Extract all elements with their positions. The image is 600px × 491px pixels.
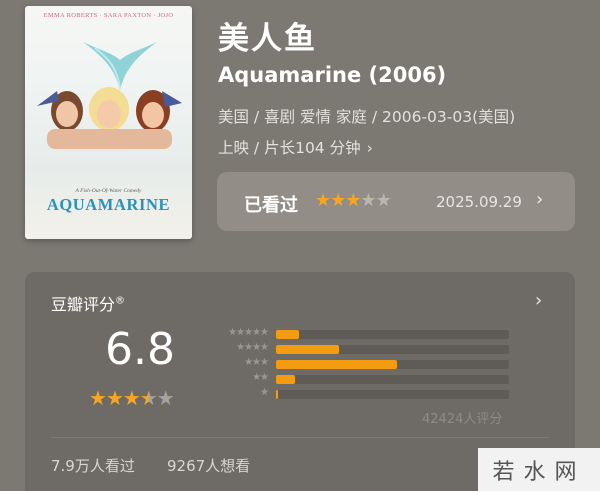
rating-bar-4-star: ★★★★ [208, 342, 509, 357]
rating-bar-track [276, 345, 509, 354]
rating-bar-label: ★★ [252, 372, 269, 383]
divider [51, 437, 549, 438]
star-filled-icon: ★ [122, 386, 141, 410]
chevron-right-icon: › [366, 139, 373, 157]
rating-bar-fill [276, 345, 339, 354]
rating-header-text: 豆瓣评分 [51, 295, 116, 314]
rating-bar-fill [276, 390, 279, 399]
rating-bar-fill [276, 330, 300, 339]
star-empty-icon: ★ [375, 190, 392, 211]
rating-bar-1-star: ★ [208, 387, 509, 402]
rating-bar-label: ★★★★ [236, 342, 269, 353]
movie-meta-line2[interactable]: 上映 / 片长104 分钟 › [218, 136, 373, 158]
poster-credits: EMMA ROBERTS · SARA PAXTON · JOJO [43, 12, 174, 19]
rating-bar-track [276, 390, 509, 399]
rating-bar-label: ★★★ [244, 357, 269, 368]
seen-count: 7.9万人看过 [51, 457, 135, 475]
want-count: 9267人想看 [167, 457, 251, 475]
chevron-right-icon[interactable]: › [535, 290, 542, 311]
rating-score-stars: ★★★★★ [89, 386, 175, 410]
watermark: 若水网 [478, 448, 600, 491]
star-empty-icon: ★ [156, 386, 175, 410]
rating-bar-2-star: ★★ [208, 372, 509, 387]
registered-mark: ® [115, 295, 126, 307]
star-filled-icon: ★ [89, 386, 107, 410]
movie-meta-line1: 美国 / 喜剧 爱情 家庭 / 2006-03-03(美国) [218, 108, 516, 126]
rating-header[interactable]: 豆瓣评分® [51, 291, 125, 315]
rating-score: 6.8 [105, 324, 175, 375]
movie-title-en: Aquamarine (2006) [218, 63, 447, 87]
movie-poster[interactable]: EMMA ROBERTS · SARA PAXTON · JOJO A Fish… [25, 6, 192, 239]
watched-status-card[interactable]: 已看过 ★★★★★ 2025.09.29 › [217, 172, 575, 231]
star-filled-icon: ★ [345, 190, 361, 211]
rating-bar-5-star: ★★★★★ [208, 327, 509, 342]
rating-bar-label: ★★★★★ [228, 327, 269, 338]
movie-meta-line2-text: 上映 / 片长104 分钟 [218, 139, 361, 157]
rating-bar-label: ★ [260, 387, 269, 398]
star-filled-icon: ★ [315, 190, 331, 211]
watched-label: 已看过 [244, 195, 298, 216]
poster-tagline: A Fish-Out-Of-Water Comedy [75, 188, 142, 194]
chevron-right-icon: › [536, 189, 544, 210]
movie-title-cn: 美人鱼 [218, 21, 317, 57]
user-rating-stars: ★★★★★ [315, 190, 392, 211]
star-half-icon: ★ [139, 386, 158, 410]
rating-bar-3-star: ★★★ [208, 357, 509, 372]
star-empty-icon: ★ [360, 190, 376, 211]
star-filled-icon: ★ [105, 386, 124, 410]
cast-photo [37, 87, 182, 149]
rating-bar-track [276, 375, 509, 384]
rating-count: 42424人评分 [422, 412, 503, 427]
watched-date: 2025.09.29 [436, 193, 522, 211]
rating-distribution: ★★★★★ ★★★★ ★★★ ★★ ★ [208, 327, 509, 402]
poster-logo: AQUAMARINE [46, 195, 171, 214]
rating-bar-track [276, 360, 509, 369]
rating-bar-fill [276, 375, 295, 384]
star-filled-icon: ★ [330, 190, 346, 211]
rating-bar-fill [276, 360, 398, 369]
rating-bar-track [276, 330, 509, 339]
